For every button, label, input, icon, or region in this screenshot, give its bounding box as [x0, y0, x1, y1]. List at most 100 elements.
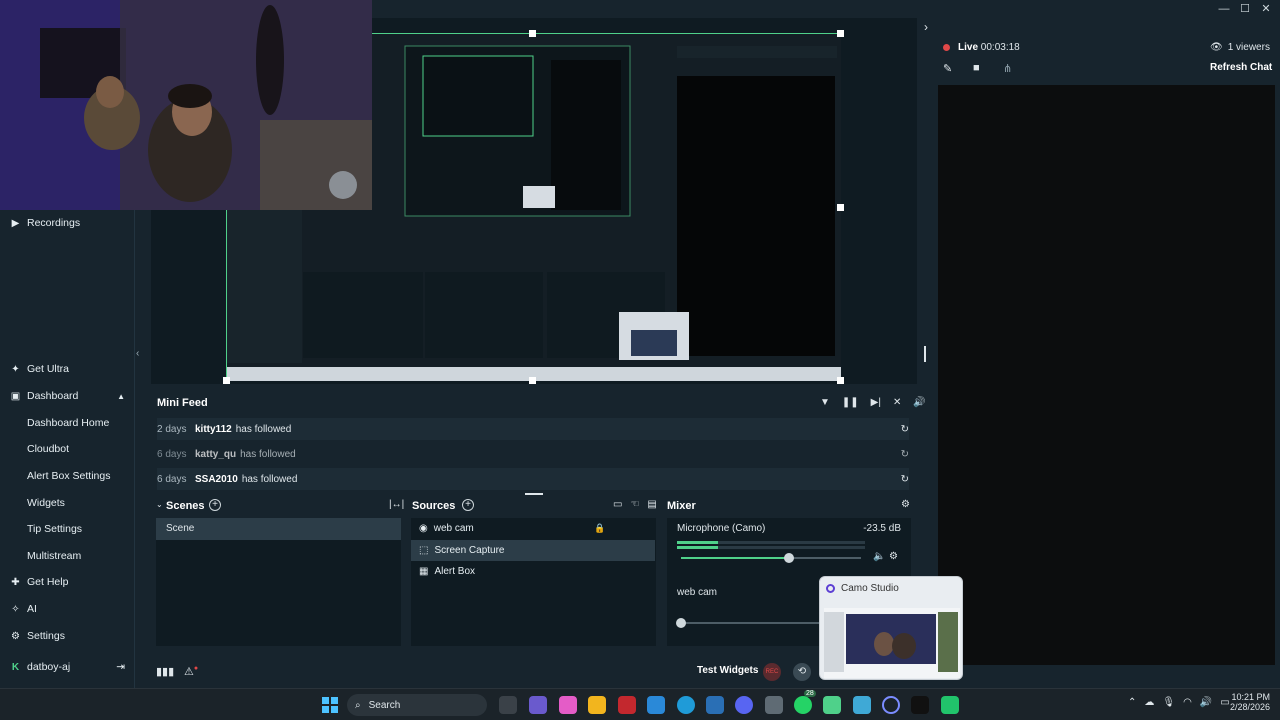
logout-icon[interactable]: ⇥	[116, 661, 125, 673]
store-icon[interactable]	[706, 696, 724, 714]
taskbar-search[interactable]: ⌕ Search	[347, 694, 487, 716]
resize-handle[interactable]	[223, 377, 230, 384]
cloud-icon[interactable]: ☁	[1144, 697, 1154, 708]
microphone-icon[interactable]: 🎙	[1162, 697, 1175, 708]
filter-icon[interactable]: ▼	[820, 397, 830, 408]
replay-buffer-icon[interactable]: ⟲	[793, 663, 811, 681]
collapse-chevron-icon[interactable]: ‹	[136, 348, 139, 359]
discord-icon[interactable]	[735, 696, 753, 714]
scene-item[interactable]: Scene	[156, 518, 401, 540]
edge-icon[interactable]	[677, 696, 695, 714]
channel-settings-icon[interactable]: ⚙	[889, 551, 898, 562]
record-button[interactable]: REC	[763, 663, 781, 681]
scene-transition-icon[interactable]: |↔|	[389, 499, 404, 510]
nav-recordings[interactable]: ▶ Recordings	[10, 213, 80, 233]
app-icon[interactable]	[853, 696, 871, 714]
resize-handle[interactable]	[837, 30, 844, 37]
notifications-icon[interactable]: ⚠●	[184, 665, 198, 678]
nav-widgets[interactable]: Widgets	[27, 493, 65, 513]
volume-slider[interactable]	[676, 618, 821, 628]
webcam-icon: ◉	[419, 523, 428, 534]
camo-studio-preview[interactable]: Camo Studio	[819, 576, 963, 680]
minimize-button[interactable]: —	[1214, 1, 1234, 17]
maximize-button[interactable]: ☐	[1235, 1, 1255, 17]
camo-thumbnail	[824, 608, 960, 678]
add-source-icon[interactable]: +	[462, 499, 474, 511]
kick-logo-icon: K	[11, 661, 20, 673]
source-item[interactable]: ▦ Alert Box	[411, 561, 655, 582]
nav-dashboard-home[interactable]: Dashboard Home	[27, 413, 109, 433]
mute-alerts-icon[interactable]: ✕	[893, 397, 901, 408]
feed-name: kitty112	[195, 423, 232, 435]
display-icon[interactable]: ▭	[613, 499, 622, 510]
file-explorer-icon[interactable]	[588, 696, 606, 714]
wifi-icon[interactable]: ◠	[1183, 697, 1192, 708]
resize-handle[interactable]	[529, 30, 536, 37]
resize-divider[interactable]	[924, 346, 926, 362]
replay-icon[interactable]: ↻	[901, 424, 909, 435]
resize-divider[interactable]	[525, 493, 543, 495]
copilot-icon[interactable]	[559, 696, 577, 714]
calculator-icon[interactable]	[765, 696, 783, 714]
windows-start-icon[interactable]	[322, 697, 338, 713]
nav-ai[interactable]: ✧ AI	[10, 599, 37, 619]
volume-slider-knob[interactable]	[676, 618, 686, 628]
dashboard-icon: ▣	[10, 390, 21, 402]
expand-chat-chevron-icon[interactable]: ›	[924, 20, 928, 34]
nav-cloudbot[interactable]: Cloudbot	[27, 439, 69, 459]
stats-icon[interactable]: ▮▮▮	[156, 665, 174, 678]
nav-dashboard[interactable]: ▣ Dashboard ▲	[10, 386, 125, 406]
source-item[interactable]: ⬚ Screen Capture	[411, 540, 655, 561]
replay-icon[interactable]: ↻	[901, 449, 909, 460]
camo-taskbar-icon[interactable]	[882, 696, 900, 714]
nav-alert-box-settings[interactable]: Alert Box Settings	[27, 466, 110, 486]
nav-get-help[interactable]: ✚ Get Help	[10, 572, 68, 592]
viewer-count: 👁 1 viewers	[1210, 42, 1270, 53]
edit-icon[interactable]: ✎	[943, 62, 952, 75]
webcam-overlay[interactable]	[0, 0, 372, 210]
interact-icon[interactable]: ☜	[630, 499, 639, 510]
whatsapp-icon[interactable]: 28	[794, 690, 816, 714]
refresh-chat-button[interactable]: Refresh Chat	[1210, 62, 1272, 73]
tray-chevron-icon[interactable]: ⌃	[1128, 697, 1136, 708]
clock[interactable]: 10:21 PM 2/28/2026	[1228, 692, 1270, 712]
resize-handle[interactable]	[837, 204, 844, 211]
clapper-icon[interactable]: ■	[973, 62, 980, 74]
nav-settings[interactable]: ⚙ Settings	[10, 626, 65, 646]
speaker-icon[interactable]: 🔈	[873, 551, 885, 562]
app-icon[interactable]	[647, 696, 665, 714]
folder-icon[interactable]: ▤	[647, 499, 656, 510]
teams-icon[interactable]	[529, 696, 547, 714]
mixer-settings-icon[interactable]: ⚙	[901, 499, 910, 510]
lock-icon[interactable]: 🔒	[594, 523, 605, 534]
close-button[interactable]: ✕	[1256, 1, 1276, 17]
replay-icon[interactable]: ↻	[901, 474, 909, 485]
skip-icon[interactable]: ▶|	[871, 397, 881, 408]
volume-meter-fill	[677, 541, 719, 544]
feed-msg: has followed	[241, 473, 298, 485]
nav-user[interactable]: K datboy-aj ⇥	[10, 657, 125, 677]
volume-slider-knob[interactable]	[784, 553, 794, 563]
pause-icon[interactable]: ❚❚	[842, 397, 859, 408]
volume-slider[interactable]	[681, 553, 861, 563]
sources-title: Sources	[412, 500, 456, 512]
source-item[interactable]: ◉ web cam 🔒	[411, 518, 655, 539]
nav-multistream[interactable]: Multistream	[27, 546, 81, 566]
share-icon[interactable]: ⋔	[1003, 62, 1012, 75]
add-scene-icon[interactable]: +	[209, 499, 221, 511]
resize-handle[interactable]	[529, 377, 536, 384]
resize-handle[interactable]	[837, 377, 844, 384]
task-view-icon[interactable]	[499, 696, 517, 714]
amd-icon[interactable]	[618, 696, 636, 714]
test-widgets-button[interactable]: Test Widgets	[697, 665, 758, 676]
feed-msg: has followed	[235, 423, 292, 435]
tiktok-icon[interactable]	[911, 696, 929, 714]
nav-get-ultra[interactable]: ✦ Get Ultra	[10, 359, 69, 379]
streamlabs-desktop-icon[interactable]	[941, 696, 959, 714]
speaker-icon[interactable]: 🔊	[1200, 697, 1212, 708]
nav-tip-settings[interactable]: Tip Settings	[27, 519, 82, 539]
volume-icon[interactable]: 🔊	[913, 397, 925, 408]
chat-window[interactable]	[938, 85, 1275, 665]
chevron-down-icon[interactable]: ⌄	[156, 500, 163, 509]
streamlabs-icon[interactable]	[823, 696, 841, 714]
